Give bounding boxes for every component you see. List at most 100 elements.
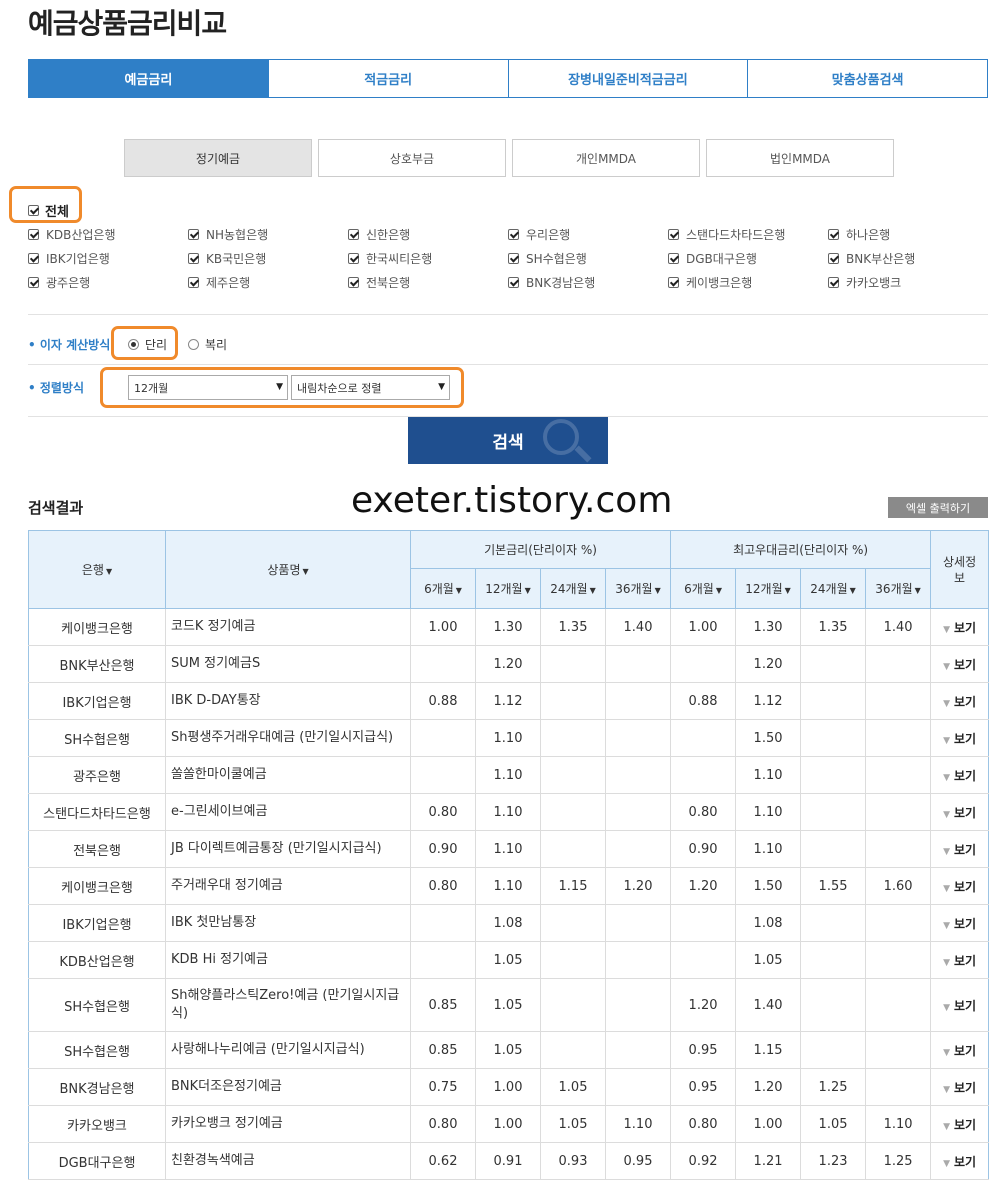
view-detail-button[interactable]: ▼ 보기 [943, 621, 976, 635]
triangle-down-icon: ▼ [943, 1047, 950, 1058]
view-detail-button[interactable]: ▼ 보기 [943, 1118, 976, 1132]
bank-checkbox[interactable]: KB국민은행 [188, 249, 348, 267]
bank-checkbox[interactable]: KDB산업은행 [28, 225, 188, 243]
bank-checkbox[interactable]: SH수협은행 [508, 249, 668, 267]
base-rate-cell: 0.85 [410, 978, 476, 1032]
max-rate-cell: 1.20 [670, 867, 736, 905]
max-rate-cell: 1.25 [865, 1142, 931, 1180]
subtab-fixed-deposit[interactable]: 정기예금 [124, 139, 312, 177]
base-period-header[interactable]: 12개월 ▼ [475, 568, 541, 609]
bank-checkbox[interactable]: 케이뱅크은행 [668, 273, 828, 291]
max-rate-cell: 0.88 [670, 682, 736, 720]
tab-savings-rate[interactable]: 적금금리 [268, 59, 509, 98]
base-rate-cell [410, 756, 476, 794]
period-label: 12개월 [745, 582, 783, 596]
bank-checkbox-label: SH수협은행 [526, 251, 587, 266]
bank-column-header[interactable]: 은행 ▼ [28, 530, 166, 609]
view-detail-button[interactable]: ▼ 보기 [943, 999, 976, 1013]
bank-checkbox[interactable]: BNK경남은행 [508, 273, 668, 291]
tab-soldier-savings-rate[interactable]: 장병내일준비적금금리 [508, 59, 749, 98]
max-rate-cell: 0.80 [670, 793, 736, 831]
base-period-header[interactable]: 36개월 ▼ [604, 568, 672, 609]
bank-checkbox[interactable]: 우리은행 [508, 225, 668, 243]
max-rate-cell [865, 830, 931, 868]
bank-cell: DGB대구은행 [28, 1142, 166, 1180]
divider [28, 314, 988, 315]
view-detail-button[interactable]: ▼ 보기 [943, 880, 976, 894]
max-period-header[interactable]: 24개월 ▼ [800, 568, 867, 609]
bank-checkbox[interactable]: NH농협은행 [188, 225, 348, 243]
view-detail-button[interactable]: ▼ 보기 [943, 1081, 976, 1095]
base-rate-cell: 0.80 [410, 1105, 476, 1143]
radio-simple-label: 단리 [145, 338, 168, 352]
checkbox-checked-icon [348, 252, 359, 264]
base-rate-cell: 1.10 [475, 756, 541, 794]
base-period-header[interactable]: 24개월 ▼ [540, 568, 606, 609]
view-detail-button[interactable]: ▼ 보기 [943, 806, 976, 820]
bank-checkbox[interactable]: 전북은행 [348, 273, 508, 291]
view-detail-button[interactable]: ▼ 보기 [943, 769, 976, 783]
view-detail-button[interactable]: ▼ 보기 [943, 1155, 976, 1169]
bank-checkbox[interactable]: 카카오뱅크 [828, 273, 988, 291]
tab-custom-search[interactable]: 맞춤상품검색 [748, 59, 988, 98]
bank-checkbox[interactable]: 신한은행 [348, 225, 508, 243]
max-rate-cell: 1.15 [735, 1031, 801, 1069]
base-rate-cell: 1.10 [604, 1105, 671, 1143]
product-column-header[interactable]: 상품명 ▼ [165, 530, 411, 609]
max-rate-cell: 0.95 [670, 1031, 736, 1069]
all-banks-checkbox[interactable]: 전체 [28, 201, 69, 220]
excel-export-button[interactable]: 엑셀 출력하기 [888, 497, 988, 518]
view-detail-button[interactable]: ▼ 보기 [943, 695, 976, 709]
view-detail-button[interactable]: ▼ 보기 [943, 732, 976, 746]
search-button[interactable]: 검색 [408, 417, 608, 464]
bank-checkbox[interactable]: BNK부산은행 [828, 249, 988, 267]
subtab-personal-mmda[interactable]: 개인MMDA [512, 139, 700, 177]
base-rate-cell [540, 904, 606, 942]
radio-compound-interest[interactable]: 복리 [188, 336, 227, 353]
detail-cell: ▼ 보기 [930, 719, 990, 757]
view-detail-button[interactable]: ▼ 보기 [943, 1044, 976, 1058]
bank-checkbox-label: 한국씨티은행 [366, 251, 433, 266]
view-detail-button[interactable]: ▼ 보기 [943, 658, 976, 672]
bank-checkbox[interactable]: IBK기업은행 [28, 249, 188, 267]
base-rate-cell: 1.20 [604, 867, 671, 905]
bank-cell: BNK경남은행 [28, 1068, 166, 1106]
base-rate-cell: 0.80 [410, 867, 476, 905]
view-detail-button[interactable]: ▼ 보기 [943, 954, 976, 968]
table-row: 케이뱅크은행 주거래우대 정기예금 0.80 1.10 1.15 1.20 1.20 1.50… [28, 867, 990, 905]
product-cell: 친환경녹색예금 [165, 1142, 411, 1180]
base-rate-cell [604, 904, 671, 942]
period-select[interactable]: 12개월 ▼ [128, 375, 288, 400]
max-period-header[interactable]: 6개월 ▼ [670, 568, 737, 609]
bank-checkbox[interactable]: 광주은행 [28, 273, 188, 291]
detail-cell: ▼ 보기 [930, 645, 990, 683]
bank-cell: BNK부산은행 [28, 645, 166, 683]
base-period-header[interactable]: 6개월 ▼ [410, 568, 476, 609]
subtab-installment[interactable]: 상호부금 [318, 139, 506, 177]
sort-down-icon: ▼ [589, 586, 596, 595]
max-rate-cell [800, 941, 866, 979]
bank-checkbox[interactable]: 제주은행 [188, 273, 348, 291]
view-detail-button[interactable]: ▼ 보기 [943, 843, 976, 857]
max-rate-cell [800, 904, 866, 942]
bank-checkbox[interactable]: DGB대구은행 [668, 249, 828, 267]
max-rate-cell [800, 978, 866, 1032]
bank-checkbox[interactable]: 스탠다드차타드은행 [668, 225, 828, 243]
max-rate-cell [865, 645, 931, 683]
sort-down-icon: ▼ [302, 567, 309, 576]
bank-checkbox[interactable]: 하나은행 [828, 225, 988, 243]
checkbox-checked-icon [508, 252, 519, 264]
order-select[interactable]: 내림차순으로 정렬 ▼ [291, 375, 450, 400]
sort-down-icon: ▼ [455, 586, 462, 595]
tab-deposit-rate[interactable]: 예금금리 [28, 59, 269, 98]
base-rate-cell [540, 682, 606, 720]
view-detail-button[interactable]: ▼ 보기 [943, 917, 976, 931]
triangle-down-icon: ▼ [943, 1084, 950, 1095]
base-rate-cell: 1.35 [540, 608, 606, 646]
max-period-header[interactable]: 12개월 ▼ [735, 568, 802, 609]
radio-simple-interest[interactable]: 단리 [128, 336, 167, 353]
bank-checkbox-label: KDB산업은행 [46, 227, 116, 242]
bank-checkbox[interactable]: 한국씨티은행 [348, 249, 508, 267]
subtab-corporate-mmda[interactable]: 법인MMDA [706, 139, 894, 177]
max-period-header[interactable]: 36개월 ▼ [865, 568, 932, 609]
